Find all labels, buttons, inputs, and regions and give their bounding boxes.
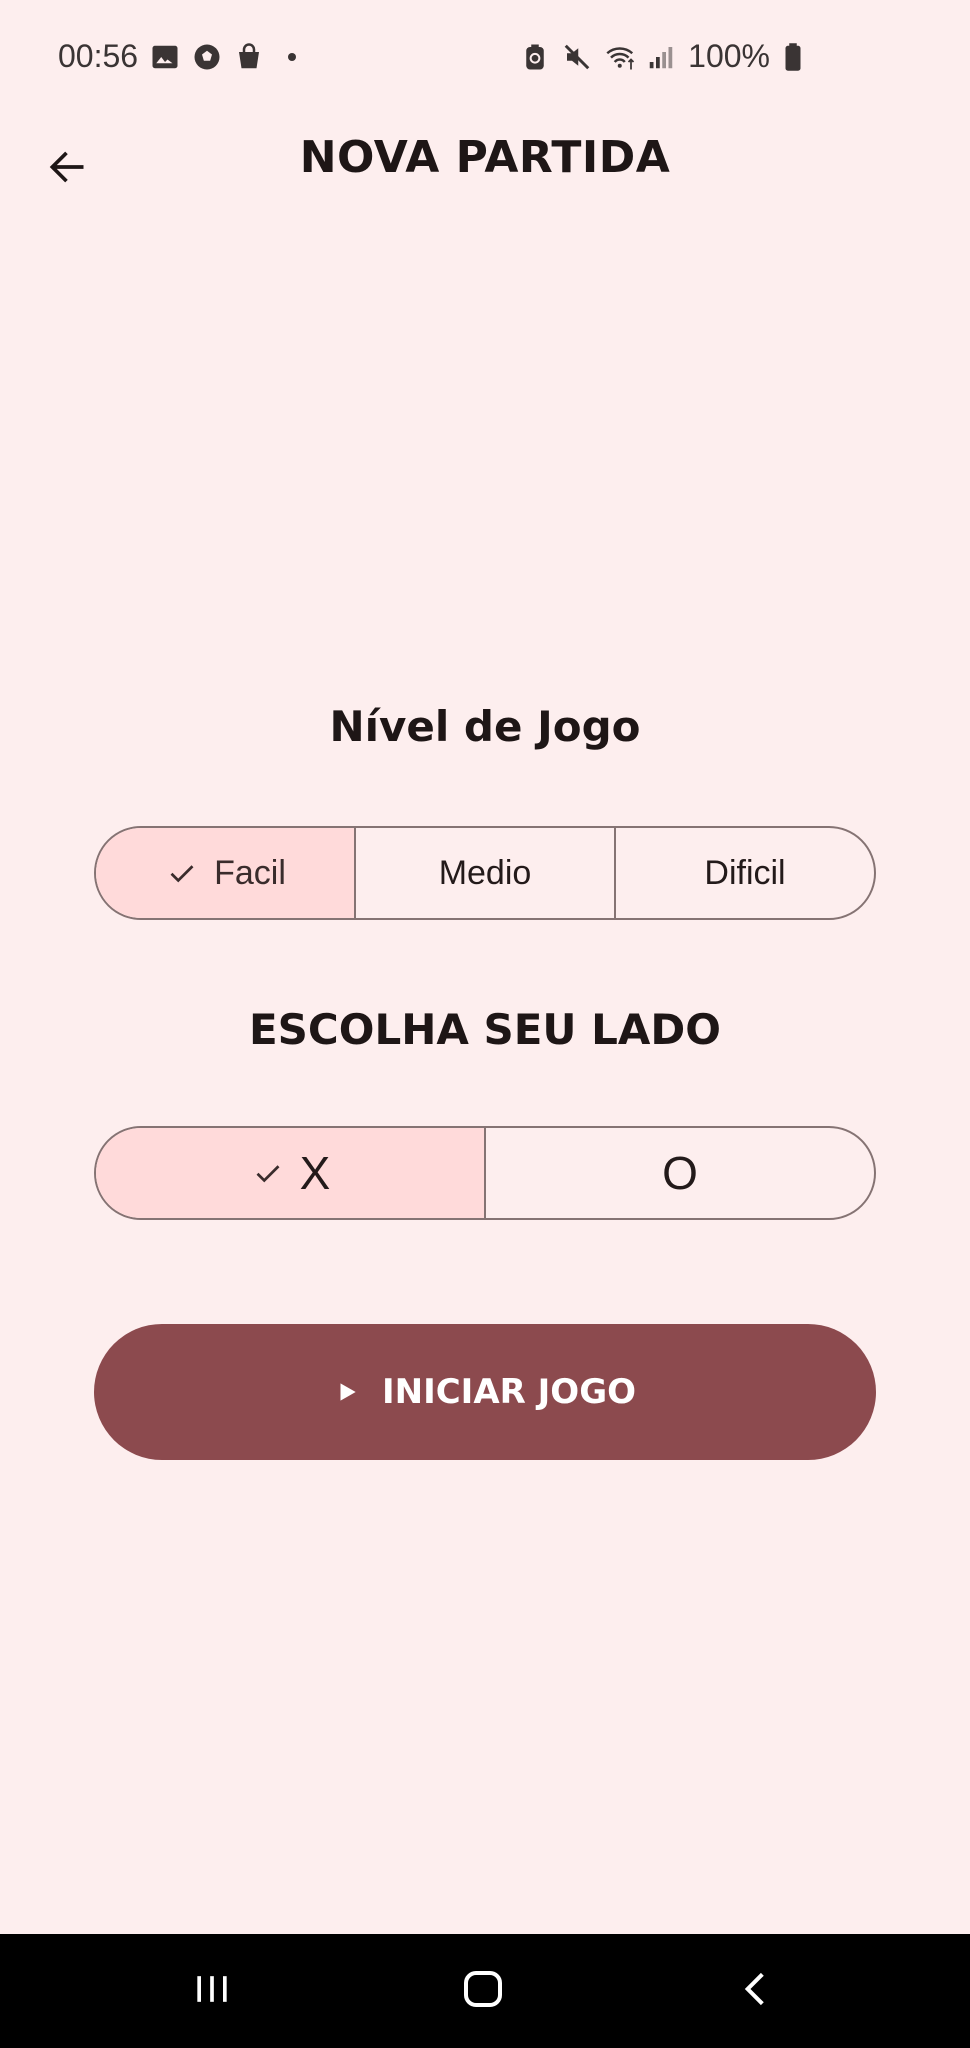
check-icon [164,855,200,891]
wifi-icon [604,42,635,72]
level-option-label: Dificil [704,853,786,892]
battery-icon [782,42,812,72]
battery-saver-icon [520,42,550,72]
home-icon [459,1965,507,2018]
system-navigation-bar [0,1934,970,2048]
chevron-left-icon [733,1967,777,2016]
shopping-bag-icon [234,42,264,72]
side-option-label: O [662,1147,698,1199]
status-time: 00:56 [58,38,139,74]
level-option-label: Facil [214,853,286,892]
battery-percentage: 100% [688,38,770,74]
level-option-medio[interactable]: Medio [354,828,614,918]
home-button[interactable] [450,1958,516,2024]
check-icon [250,1155,286,1191]
status-bar: 00:56 100% [0,0,970,120]
page-title: NOVA PARTIDA [299,132,671,183]
system-back-button[interactable] [722,1958,788,2024]
soccer-ball-icon [192,42,222,72]
side-segmented-button: X O [94,1126,876,1220]
start-game-button[interactable]: INICIAR JOGO [94,1324,876,1460]
level-option-label: Medio [438,853,532,892]
level-option-dificil[interactable]: Dificil [614,828,874,918]
start-game-label: INICIAR JOGO [381,1372,637,1412]
image-icon [150,42,180,72]
level-option-facil[interactable]: Facil [96,828,354,918]
notification-dot-icon [288,52,297,61]
side-option-label: X [299,1147,331,1199]
mute-icon [562,42,592,72]
side-heading: Escolha seu lado [248,1005,721,1054]
status-left: 00:56 [58,38,297,75]
recents-icon [190,1967,234,2016]
side-option-o[interactable]: O [484,1128,874,1218]
new-match-screen: 00:56 100% NOVA PARTIDA Nível de Jogo Fa… [0,0,970,2048]
side-option-x[interactable]: X [96,1128,484,1218]
status-right: 100% [520,38,812,75]
level-heading: Nível de Jogo [329,702,641,751]
recents-button[interactable] [179,1958,245,2024]
level-segmented-button: Facil Medio Dificil [94,826,876,920]
top-app-bar: NOVA PARTIDA [0,120,970,212]
play-icon [334,1379,360,1405]
signal-icon [646,42,676,72]
